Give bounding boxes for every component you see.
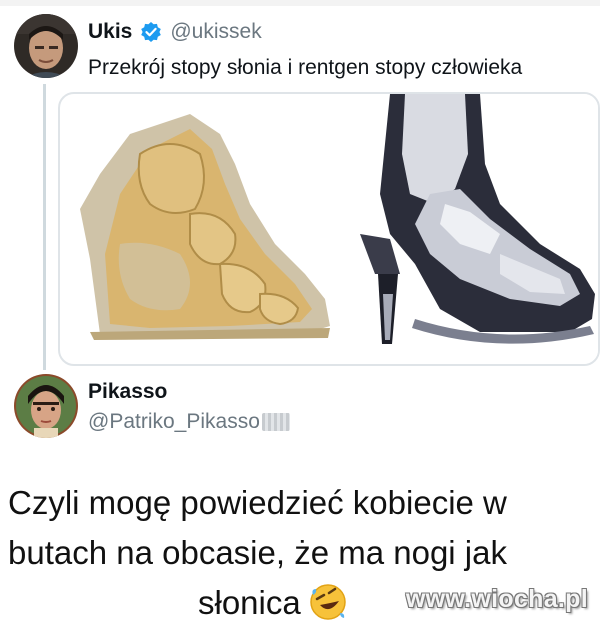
caption-line-3-text: słonica: [198, 584, 301, 621]
tweet-text: Przekrój stopy słonia i rentgen stopy cz…: [88, 56, 523, 79]
reply-author-handle[interactable]: @Patriko_Pikasso: [88, 410, 290, 434]
verified-badge-icon: [140, 21, 162, 43]
author-avatar[interactable]: [14, 14, 78, 78]
rolling-on-floor-laughing-emoji-icon: [309, 583, 347, 621]
author-header: Ukis @ukissek: [88, 18, 262, 46]
caption-line-2: butach na obcasie, że ma nogi jak: [8, 534, 507, 571]
elephant-foot-cross-section: [80, 114, 330, 340]
author-name[interactable]: Ukis: [88, 20, 132, 44]
thread-line: [43, 84, 46, 370]
reply-author-name[interactable]: Pikasso: [88, 380, 167, 404]
reply-avatar[interactable]: [14, 374, 78, 438]
human-foot-xray-in-high-heel: [360, 94, 598, 364]
tweet-media[interactable]: [58, 92, 600, 366]
watermark: www.wiocha.pl: [405, 585, 588, 613]
caption-line-1: Czyli mogę powiedzieć kobiecie w: [8, 484, 507, 521]
author-handle[interactable]: @ukissek: [170, 20, 261, 44]
top-strip: [0, 0, 600, 6]
reply-handle-text: @Patriko_Pikasso: [88, 410, 260, 433]
handle-blur-overlay: [261, 413, 290, 432]
